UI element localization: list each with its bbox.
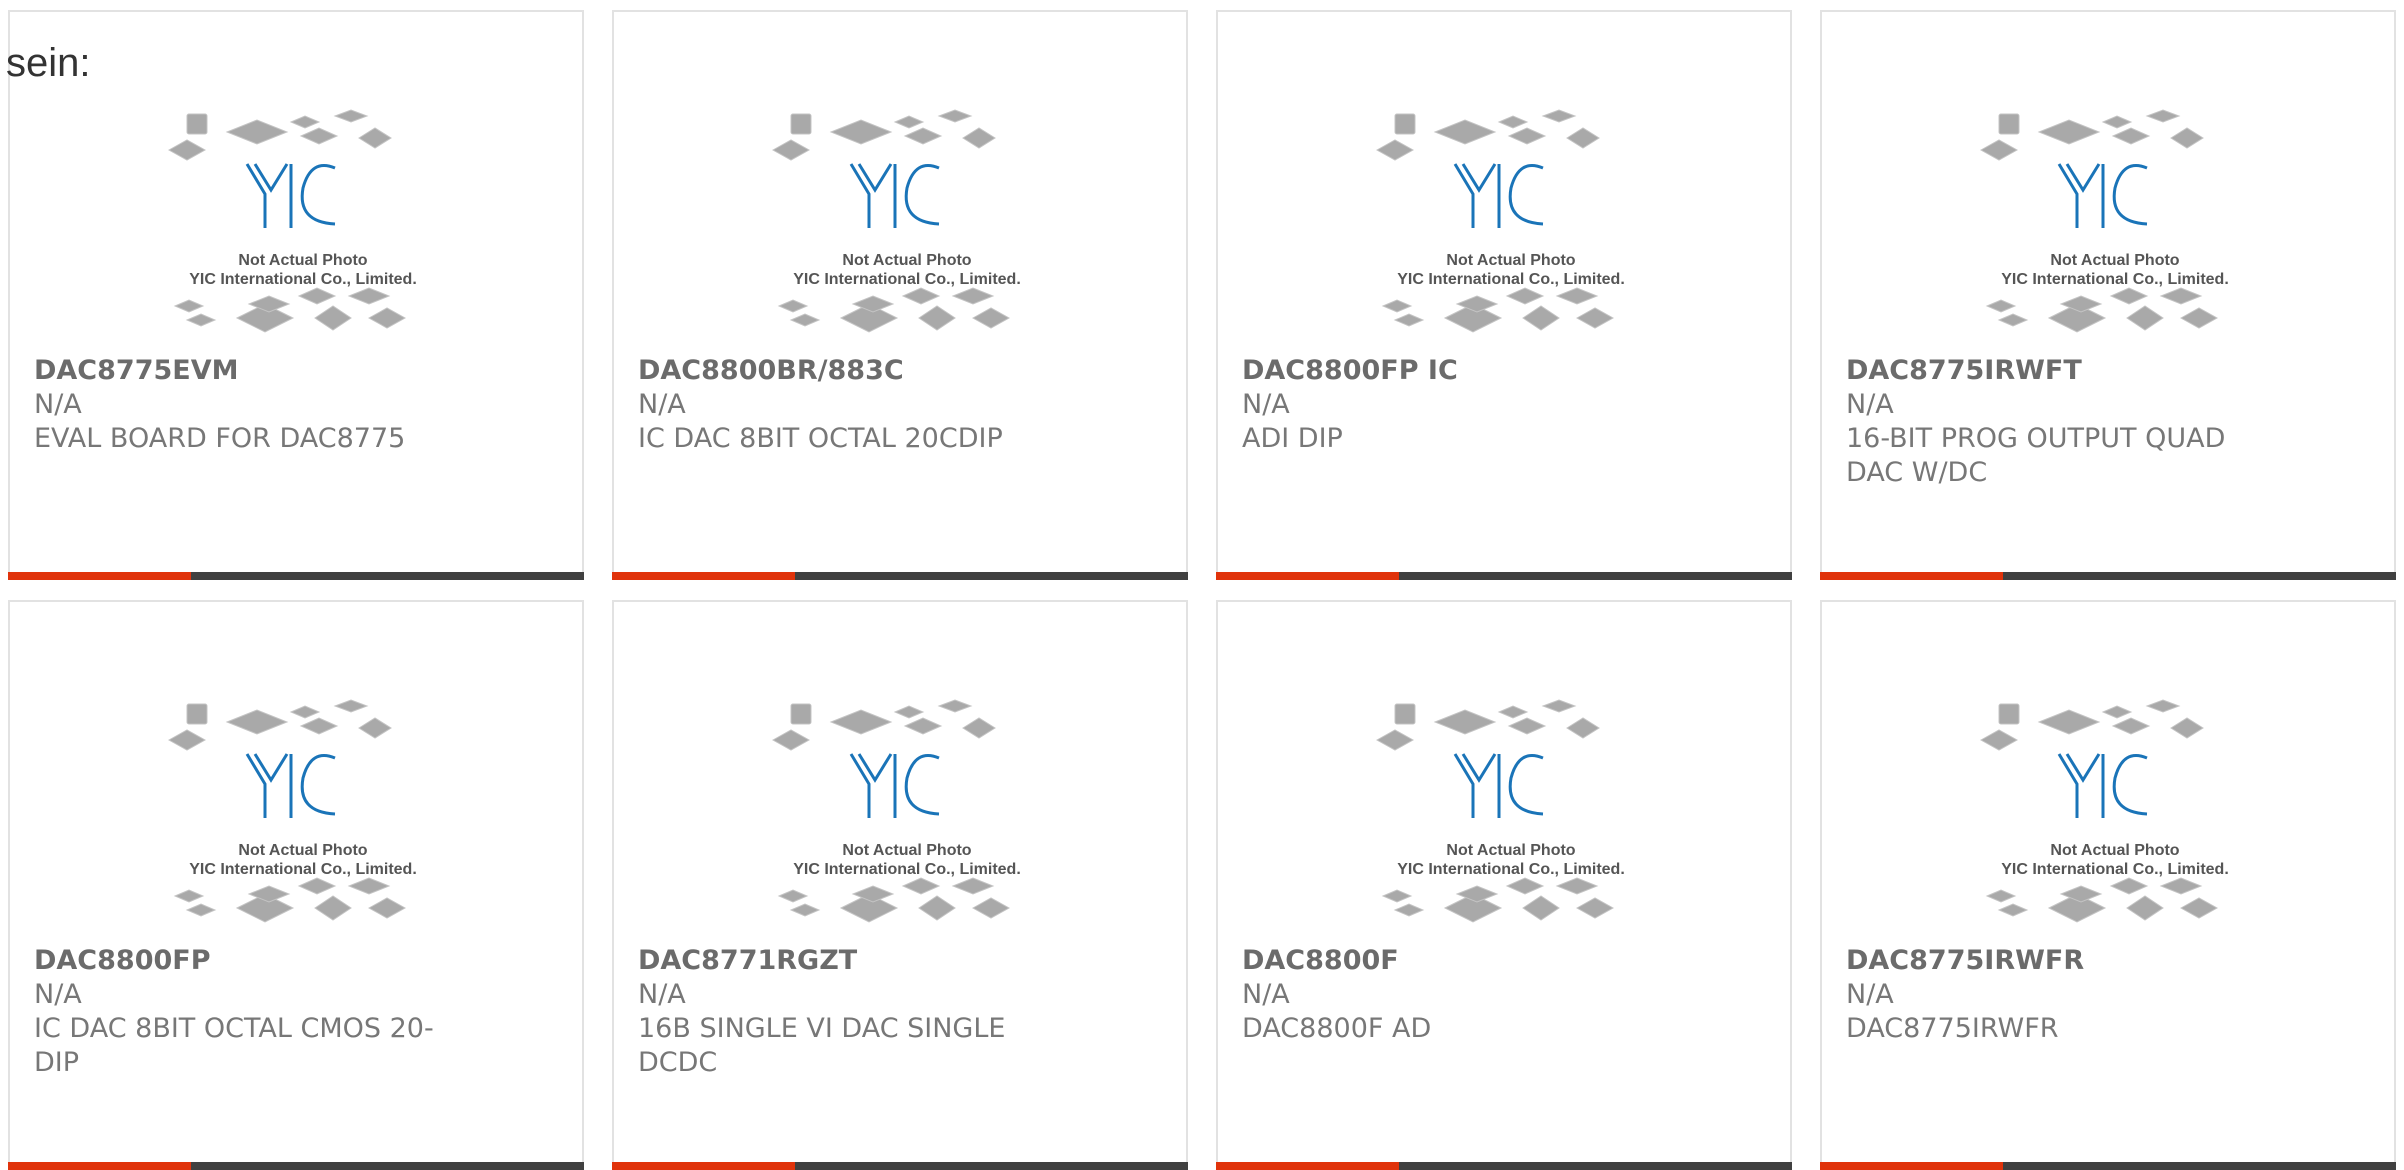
- product-info: DAC8800F N/A DAC8800F AD: [1242, 944, 1770, 1046]
- caption-line2: YIC International Co., Limited.: [793, 271, 1021, 288]
- card-bar-rest: [2003, 572, 2396, 580]
- part-number[interactable]: DAC8800FP: [34, 944, 562, 978]
- caption-line1: Not Actual Photo: [1446, 842, 1575, 859]
- caption-line1: Not Actual Photo: [2050, 842, 2179, 859]
- caption-line1: Not Actual Photo: [2050, 252, 2179, 269]
- caption-line2: YIC International Co., Limited.: [793, 861, 1021, 878]
- card-bar-accent: [1216, 1162, 1399, 1170]
- placeholder-photo: Not Actual Photo YIC International Co., …: [1373, 692, 1649, 942]
- manufacturer: N/A: [34, 979, 82, 1010]
- card-bottom-bar: [1216, 572, 1792, 580]
- chip-placeholder-image: Not Actual Photo YIC International Co., …: [771, 109, 1021, 333]
- chip-placeholder-image: Not Actual Photo YIC International Co., …: [771, 699, 1021, 923]
- product-card[interactable]: Not Actual Photo YIC International Co., …: [1820, 10, 2396, 580]
- description: ADI DIP: [1242, 423, 1343, 454]
- card-bottom-bar: [1820, 1162, 2396, 1170]
- chip-placeholder-image: Not Actual Photo YIC International Co., …: [1375, 109, 1625, 333]
- card-bottom-bar: [8, 1162, 584, 1170]
- card-bar-rest: [1399, 572, 1792, 580]
- card-bar-rest: [2003, 1162, 2396, 1170]
- card-bar-rest: [795, 1162, 1188, 1170]
- caption-line2: YIC International Co., Limited.: [2001, 861, 2229, 878]
- product-info: DAC8800FP N/A IC DAC 8BIT OCTAL CMOS 20-…: [34, 944, 562, 1080]
- placeholder-photo: Not Actual Photo YIC International Co., …: [165, 102, 441, 352]
- chip-placeholder-image: Not Actual Photo YIC International Co., …: [1375, 699, 1625, 923]
- caption-line2: YIC International Co., Limited.: [1397, 271, 1625, 288]
- part-number[interactable]: DAC8800FP IC: [1242, 354, 1770, 388]
- product-info: DAC8775EVM N/A EVAL BOARD FOR DAC8775: [34, 354, 562, 456]
- part-number[interactable]: DAC8775IRWFT: [1846, 354, 2374, 388]
- placeholder-photo: Not Actual Photo YIC International Co., …: [1977, 692, 2253, 942]
- caption-line1: Not Actual Photo: [1446, 252, 1575, 269]
- product-card[interactable]: Not Actual Photo YIC International Co., …: [1216, 600, 1792, 1170]
- card-bar-accent: [8, 572, 191, 580]
- card-bottom-bar: [612, 572, 1188, 580]
- product-card[interactable]: Not Actual Photo YIC International Co., …: [8, 10, 584, 580]
- card-bottom-bar: [1216, 1162, 1792, 1170]
- card-bar-accent: [612, 572, 795, 580]
- placeholder-photo: Not Actual Photo YIC International Co., …: [769, 102, 1045, 352]
- caption-line1: Not Actual Photo: [842, 252, 971, 269]
- card-bar-accent: [1820, 572, 2003, 580]
- card-bar-rest: [795, 572, 1188, 580]
- product-info: DAC8800FP IC N/A ADI DIP: [1242, 354, 1770, 456]
- product-info: DAC8800BR/883C N/A IC DAC 8BIT OCTAL 20C…: [638, 354, 1166, 456]
- description: DAC8800F AD: [1242, 1013, 1432, 1044]
- manufacturer: N/A: [1242, 389, 1290, 420]
- product-info: DAC8775IRWFT N/A 16-BIT PROG OUTPUT QUAD…: [1846, 354, 2374, 490]
- caption-line1: Not Actual Photo: [238, 252, 367, 269]
- chip-placeholder-image: Not Actual Photo YIC International Co., …: [167, 699, 417, 923]
- chip-placeholder-image: Not Actual Photo YIC International Co., …: [167, 109, 417, 333]
- placeholder-photo: Not Actual Photo YIC International Co., …: [769, 692, 1045, 942]
- placeholder-photo: Not Actual Photo YIC International Co., …: [165, 692, 441, 942]
- card-bottom-bar: [612, 1162, 1188, 1170]
- description: IC DAC 8BIT OCTAL CMOS 20-DIP: [34, 1013, 434, 1078]
- description: 16B SINGLE VI DAC SINGLE DCDC: [638, 1013, 1006, 1078]
- manufacturer: N/A: [638, 389, 686, 420]
- card-bar-rest: [191, 1162, 584, 1170]
- part-number[interactable]: DAC8775IRWFR: [1846, 944, 2374, 978]
- product-info: DAC8775IRWFR N/A DAC8775IRWFR: [1846, 944, 2374, 1046]
- product-card[interactable]: Not Actual Photo YIC International Co., …: [8, 600, 584, 1170]
- part-number[interactable]: DAC8771RGZT: [638, 944, 1166, 978]
- caption-line1: Not Actual Photo: [238, 842, 367, 859]
- caption-line2: YIC International Co., Limited.: [2001, 271, 2229, 288]
- chip-placeholder-image: Not Actual Photo YIC International Co., …: [1979, 109, 2229, 333]
- card-bar-accent: [1820, 1162, 2003, 1170]
- manufacturer: N/A: [34, 389, 82, 420]
- card-bar-accent: [612, 1162, 795, 1170]
- card-bottom-bar: [1820, 572, 2396, 580]
- placeholder-photo: Not Actual Photo YIC International Co., …: [1977, 102, 2253, 352]
- caption-line2: YIC International Co., Limited.: [189, 861, 417, 878]
- caption-line2: YIC International Co., Limited.: [1397, 861, 1625, 878]
- manufacturer: N/A: [1846, 979, 1894, 1010]
- card-bottom-bar: [8, 572, 584, 580]
- product-card[interactable]: Not Actual Photo YIC International Co., …: [612, 600, 1188, 1170]
- part-number[interactable]: DAC8775EVM: [34, 354, 562, 388]
- card-bar-accent: [8, 1162, 191, 1170]
- manufacturer: N/A: [1846, 389, 1894, 420]
- product-card[interactable]: Not Actual Photo YIC International Co., …: [1216, 10, 1792, 580]
- card-bar-rest: [191, 572, 584, 580]
- caption-line1: Not Actual Photo: [842, 842, 971, 859]
- product-info: DAC8771RGZT N/A 16B SINGLE VI DAC SINGLE…: [638, 944, 1166, 1080]
- description: IC DAC 8BIT OCTAL 20CDIP: [638, 423, 1003, 454]
- manufacturer: N/A: [638, 979, 686, 1010]
- description: 16-BIT PROG OUTPUT QUAD DAC W/DC: [1846, 423, 2226, 488]
- caption-line2: YIC International Co., Limited.: [189, 271, 417, 288]
- part-number[interactable]: DAC8800F: [1242, 944, 1770, 978]
- description: EVAL BOARD FOR DAC8775: [34, 423, 406, 454]
- product-card[interactable]: Not Actual Photo YIC International Co., …: [1820, 600, 2396, 1170]
- product-grid: Not Actual Photo YIC International Co., …: [0, 0, 2404, 1170]
- product-card[interactable]: Not Actual Photo YIC International Co., …: [612, 10, 1188, 580]
- card-bar-accent: [1216, 572, 1399, 580]
- description: DAC8775IRWFR: [1846, 1013, 2059, 1044]
- manufacturer: N/A: [1242, 979, 1290, 1010]
- chip-placeholder-image: Not Actual Photo YIC International Co., …: [1979, 699, 2229, 923]
- intro-text: sein:: [6, 41, 91, 85]
- placeholder-photo: Not Actual Photo YIC International Co., …: [1373, 102, 1649, 352]
- part-number[interactable]: DAC8800BR/883C: [638, 354, 1166, 388]
- card-bar-rest: [1399, 1162, 1792, 1170]
